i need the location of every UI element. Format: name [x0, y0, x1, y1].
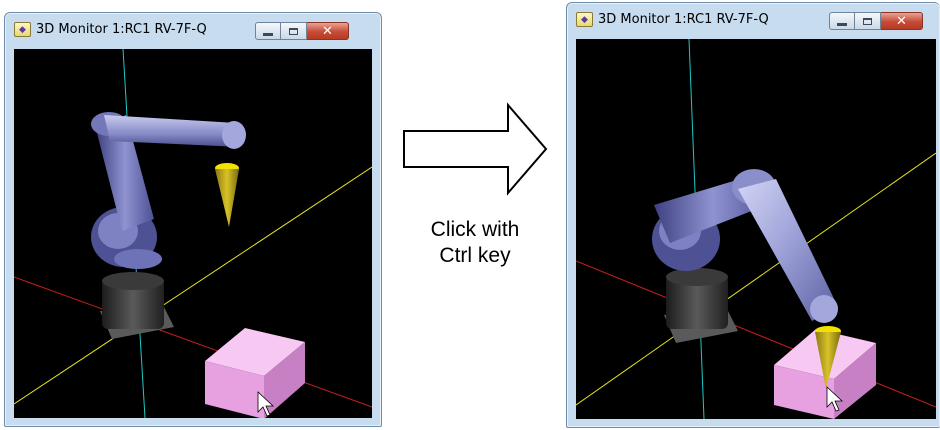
axis-y-line: [14, 166, 372, 405]
3d-viewport[interactable]: [576, 39, 936, 419]
title-bar[interactable]: ◆ 3D Monitor 1:RC1 RV-7F-Q ✕: [567, 3, 940, 39]
tool-cone: [215, 169, 239, 227]
right-arrow-icon: [403, 102, 548, 196]
monitor-window-before: ◆ 3D Monitor 1:RC1 RV-7F-Q ✕: [4, 12, 382, 427]
caption-line-2: Ctrl key: [439, 244, 511, 267]
maximize-button[interactable]: [855, 12, 881, 30]
minimize-button[interactable]: [829, 12, 855, 30]
close-button[interactable]: ✕: [881, 12, 923, 30]
minimize-icon: [837, 22, 847, 26]
monitor-window-after: ◆ 3D Monitor 1:RC1 RV-7F-Q ✕: [566, 2, 940, 428]
minimize-button[interactable]: [255, 22, 281, 40]
window-title: 3D Monitor 1:RC1 RV-7F-Q: [598, 12, 769, 27]
axis-x-line: [14, 276, 372, 408]
caption-line-1: Click with: [430, 218, 520, 241]
close-icon: ✕: [896, 13, 907, 29]
maximize-icon: [289, 27, 298, 35]
close-button[interactable]: ✕: [307, 22, 349, 40]
3d-monitor-icon: ◆: [14, 22, 31, 37]
window-title: 3D Monitor 1:RC1 RV-7F-Q: [36, 22, 207, 37]
axis-x-line: [576, 260, 936, 408]
close-icon: ✕: [322, 23, 333, 39]
minimize-icon: [263, 32, 273, 36]
3d-monitor-icon: ◆: [576, 12, 593, 27]
maximize-button[interactable]: [281, 22, 307, 40]
3d-viewport[interactable]: [14, 49, 372, 418]
maximize-icon: [863, 17, 872, 25]
title-bar[interactable]: ◆ 3D Monitor 1:RC1 RV-7F-Q ✕: [5, 13, 381, 49]
